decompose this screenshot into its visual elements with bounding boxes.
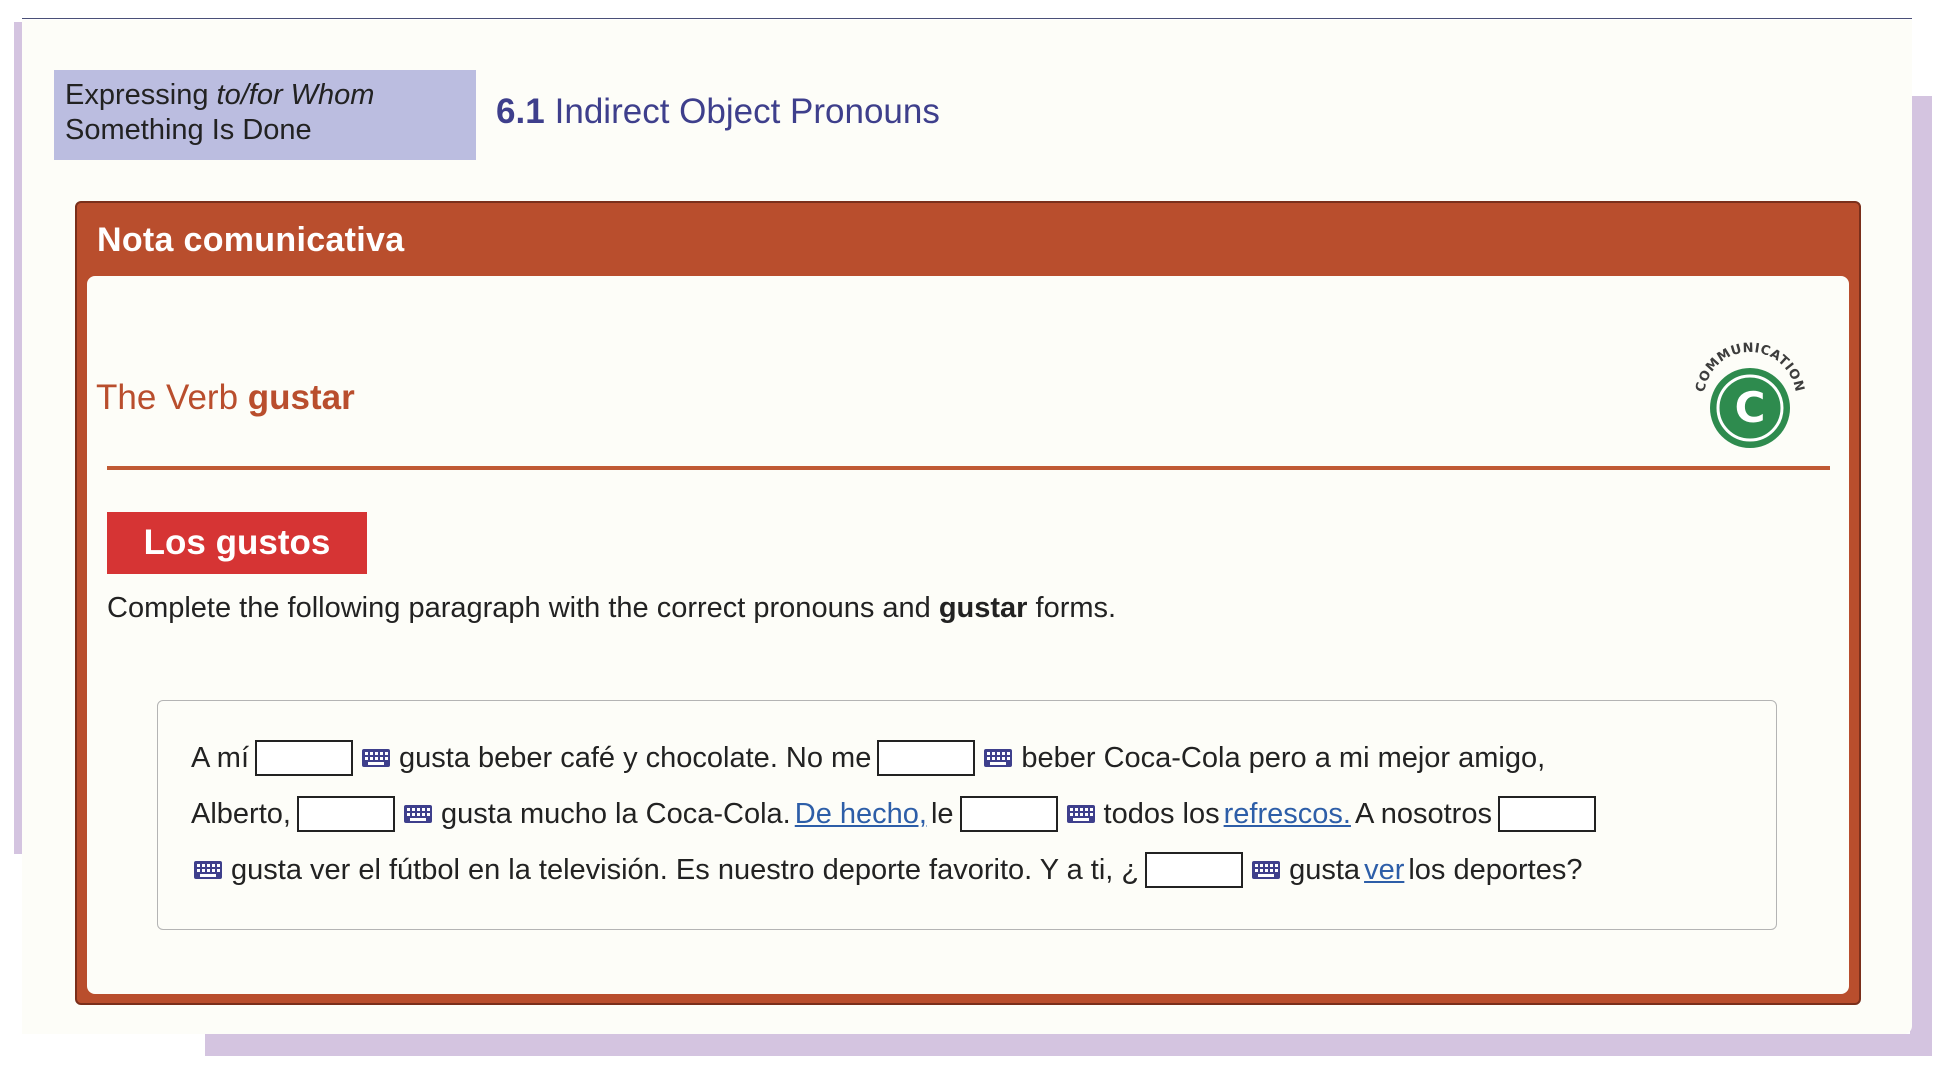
exercise-text: gusta ver el fútbol en la televisión. Es…: [231, 854, 1140, 886]
exercise-text: gusta mucho la Coca-Cola.: [440, 798, 791, 830]
glossary-link-refrescos[interactable]: refrescos.: [1224, 791, 1351, 837]
keyboard-icon[interactable]: [361, 748, 391, 768]
exercise-text: Alberto,: [191, 798, 291, 830]
exercise-text: A nosotros: [1354, 798, 1492, 830]
verb-title-prefix: The Verb: [96, 378, 248, 417]
activity-instructions: Complete the following paragraph with th…: [107, 592, 1116, 625]
communication-badge-icon: COMMUNICATION C: [1693, 341, 1806, 448]
glossary-link-ver[interactable]: ver: [1364, 847, 1404, 893]
exercise-text: todos los: [1103, 798, 1220, 830]
chapter-label-line1: Expressing to/for Whom: [65, 78, 465, 113]
exercise-text: gusta: [1289, 854, 1361, 886]
exercise-line-3: gusta ver el fútbol en la televisión. Es…: [189, 847, 1584, 893]
exercise-text: gusta beber café y chocolate. No me: [399, 742, 872, 774]
chapter-label-line2: Something Is Done: [65, 114, 312, 146]
keyboard-icon[interactable]: [1066, 804, 1096, 824]
answer-blank-3[interactable]: [296, 796, 395, 832]
answer-blank-6[interactable]: [1145, 852, 1244, 888]
verb-title: The Verb gustar: [96, 378, 355, 418]
answer-blank-1[interactable]: [255, 740, 354, 776]
section-title: 6.1 Indirect Object Pronouns: [496, 92, 940, 132]
section-title-text: Indirect Object Pronouns: [554, 92, 940, 131]
answer-blank-4[interactable]: [959, 796, 1058, 832]
chapter-label: Expressing to/for Whom Something Is Done: [54, 70, 476, 160]
keyboard-icon[interactable]: [1251, 860, 1281, 880]
chapter-label-italic: to/for Whom: [216, 79, 375, 111]
answer-blank-5[interactable]: [1497, 796, 1596, 832]
top-rule: [22, 18, 1912, 19]
keyboard-icon[interactable]: [403, 804, 433, 824]
section-number: 6.1: [496, 92, 545, 131]
verb-title-bold: gustar: [247, 378, 355, 417]
exercise-text: los deportes?: [1408, 854, 1583, 886]
decor-border-bottom: [205, 1034, 1932, 1056]
keyboard-icon[interactable]: [193, 860, 223, 880]
badge-letter: C: [1735, 383, 1766, 432]
instructions-bold: gustar: [938, 592, 1028, 624]
nota-header: Nota comunicativa: [97, 221, 405, 259]
glossary-link-de-hecho[interactable]: De hecho,: [795, 791, 927, 837]
decor-border-right: [1910, 96, 1932, 1056]
exercise-text: A mí: [191, 742, 250, 774]
answer-blank-2[interactable]: [877, 740, 976, 776]
exercise-line-1: A mí gusta beber café y chocolate. No me…: [189, 735, 1547, 781]
activity-title: Los gustos: [107, 512, 367, 574]
section-divider: [107, 466, 1830, 470]
exercise-line-2: Alberto, gusta mucho la Coca-Cola. De he…: [189, 791, 1600, 837]
keyboard-icon[interactable]: [983, 748, 1013, 768]
chapter-label-prefix: Expressing: [65, 79, 217, 111]
instructions-text: Complete the following paragraph with th…: [107, 592, 939, 624]
instructions-text-end: forms.: [1027, 592, 1117, 624]
exercise-text: beber Coca-Cola pero a mi mejor amigo,: [1021, 742, 1546, 774]
exercise-text: le: [930, 798, 954, 830]
